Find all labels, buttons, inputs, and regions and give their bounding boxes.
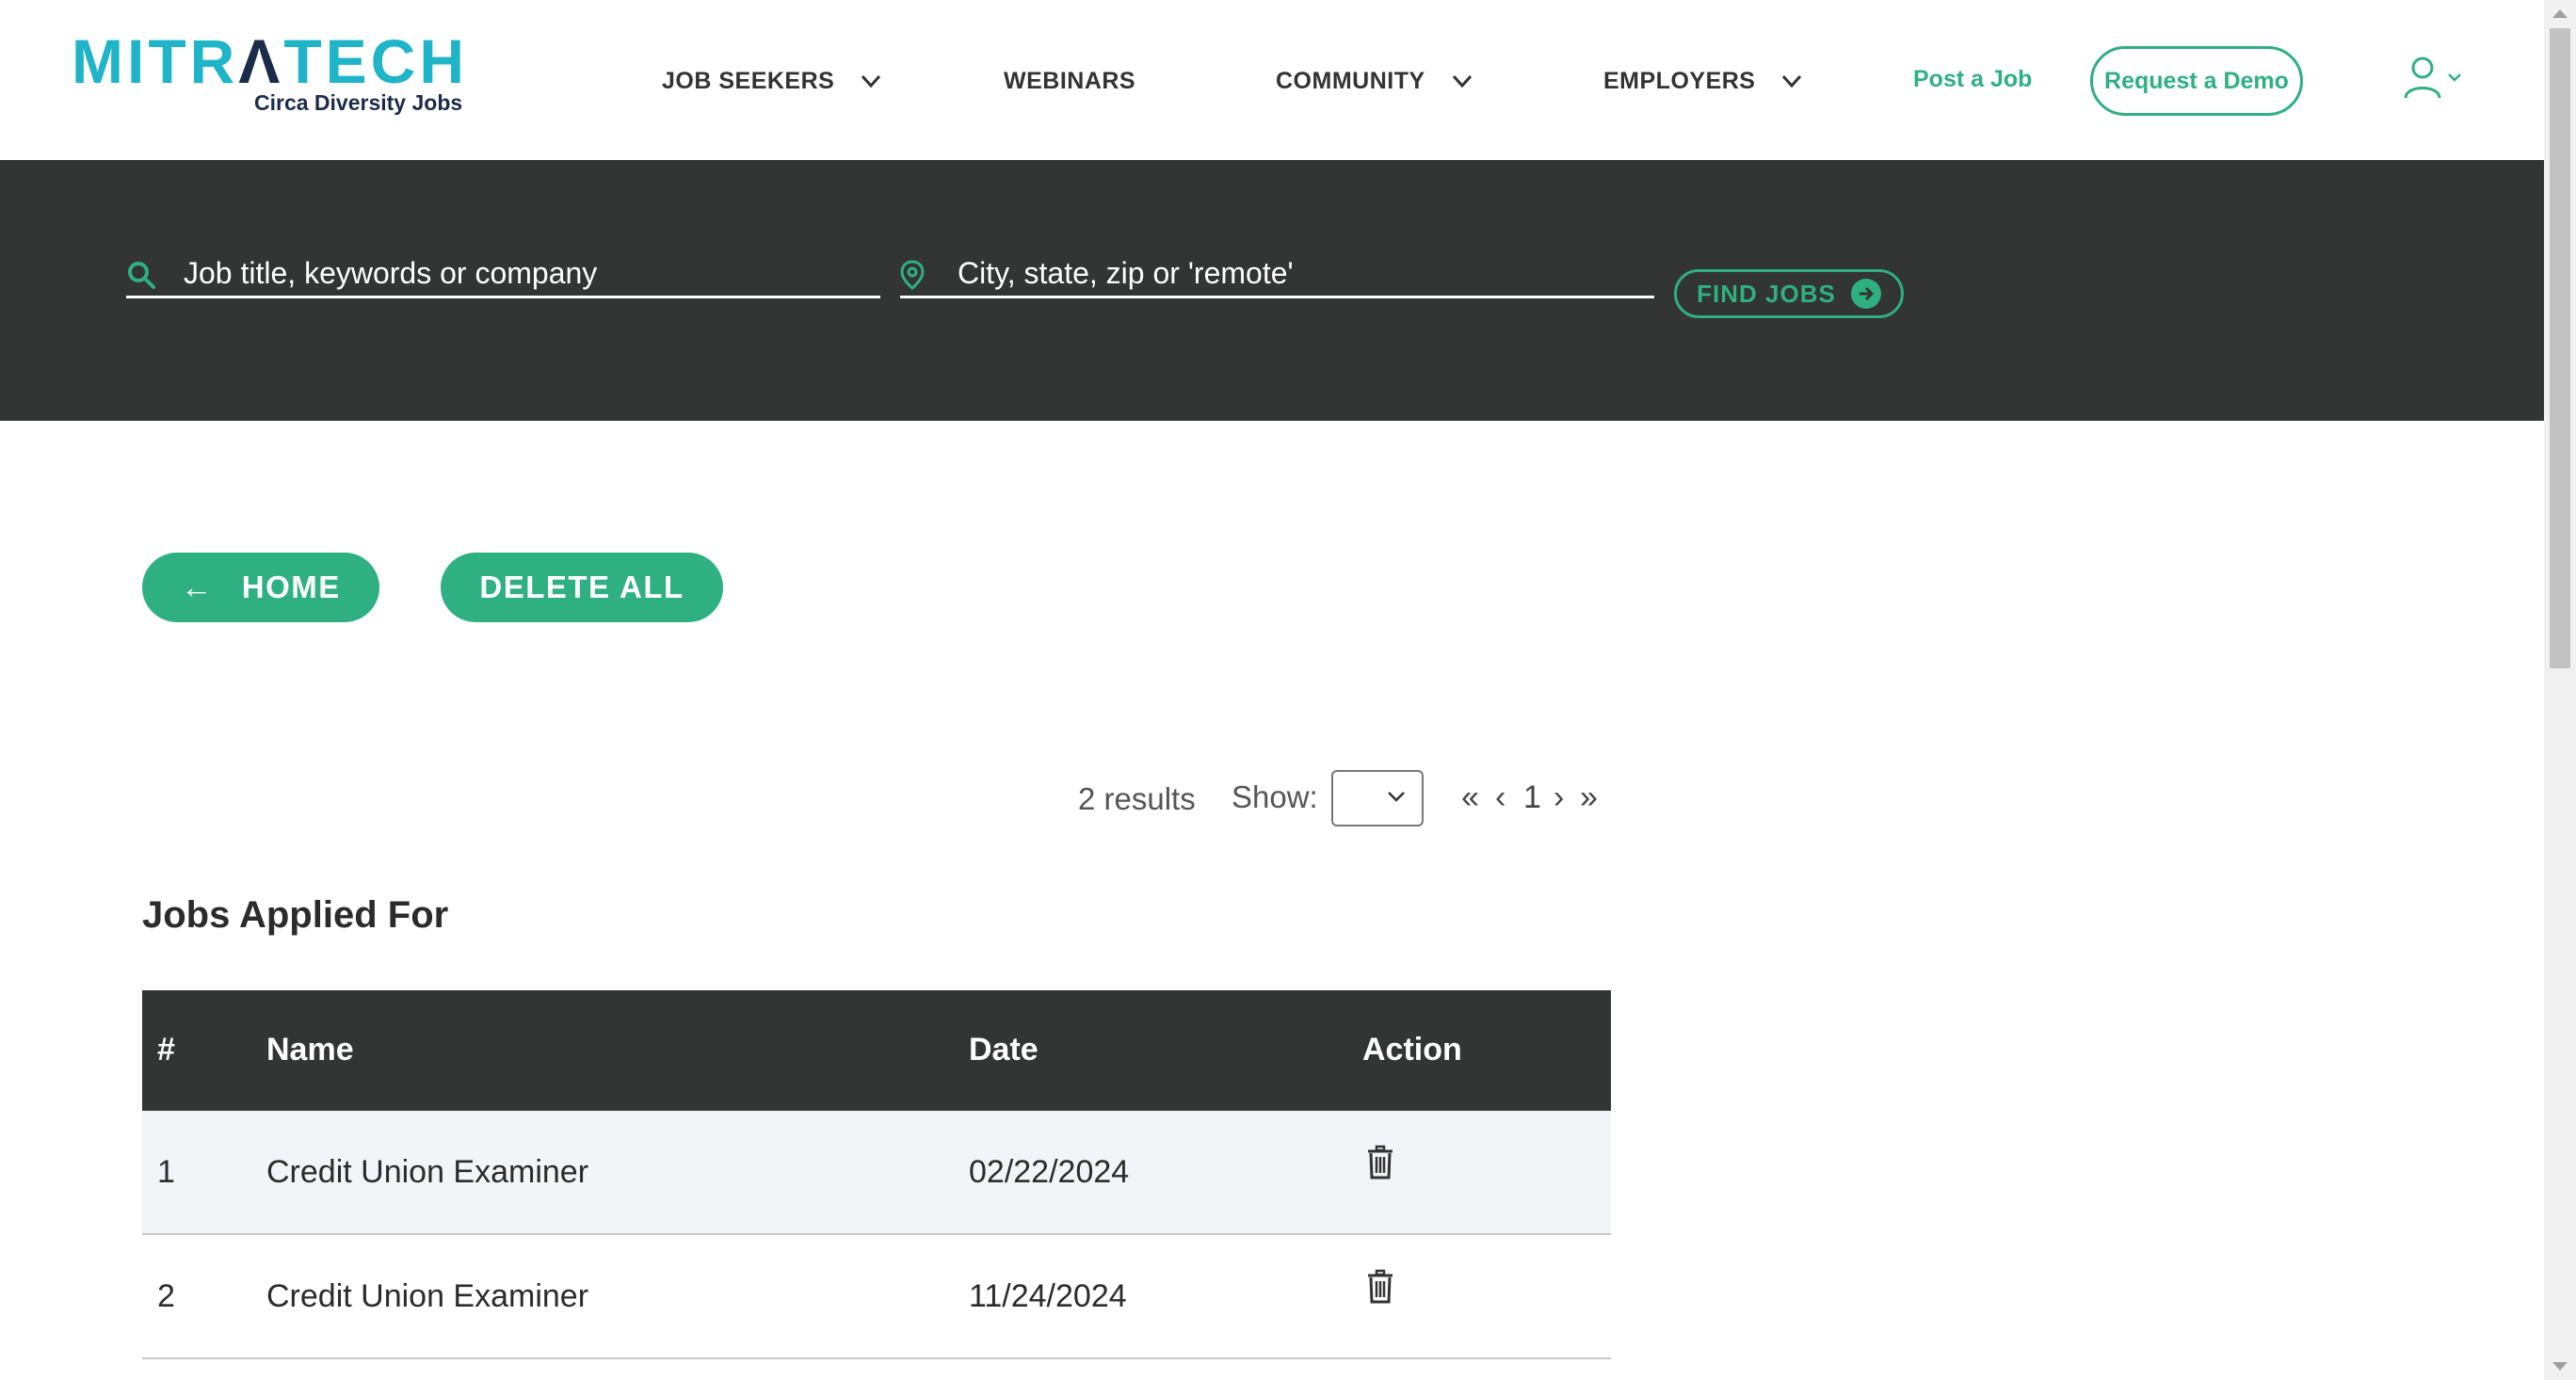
home-label: HOME: [241, 570, 341, 604]
nav-label: COMMUNITY: [1276, 67, 1425, 94]
request-demo-button[interactable]: Request a Demo: [2090, 46, 2303, 116]
delete-all-button[interactable]: DELETE ALL: [441, 553, 723, 622]
prev-page-link[interactable]: ‹: [1495, 779, 1505, 816]
nav-community[interactable]: COMMUNITY: [1276, 62, 1474, 100]
find-jobs-button[interactable]: FIND JOBS: [1674, 269, 1904, 318]
chevron-down-icon: [1782, 74, 1802, 88]
table-header: # Name Date Action: [142, 990, 1611, 1111]
column-header-date: Date: [969, 1032, 1038, 1067]
user-menu[interactable]: [2403, 55, 2463, 100]
nav-label: EMPLOYERS: [1603, 67, 1756, 94]
search-icon: [128, 262, 155, 289]
scrollbar-thumb[interactable]: [2550, 28, 2570, 668]
site-header: MITRΛTECH Circa Diversity Jobs JOB SEEKE…: [0, 0, 2544, 160]
find-jobs-label: FIND JOBS: [1697, 279, 1836, 308]
scroll-up-arrow-icon[interactable]: [2552, 9, 2568, 18]
column-header-name: Name: [266, 1032, 354, 1067]
chevron-down-icon: [861, 74, 881, 88]
job-name[interactable]: Credit Union Examiner: [266, 1278, 588, 1315]
job-name[interactable]: Credit Union Examiner: [266, 1154, 588, 1191]
show-label: Show:: [1232, 779, 1318, 814]
logo-suffix: TECH: [283, 26, 468, 96]
location-search-input[interactable]: City, state, zip or 'remote': [958, 254, 1294, 292]
arrow-right-circle-icon: [1850, 279, 1881, 309]
chevron-down-icon: [1452, 74, 1472, 88]
applied-date: 02/22/2024: [969, 1154, 1130, 1190]
first-page-link[interactable]: «: [1461, 779, 1479, 816]
chevron-down-icon: [2448, 73, 2461, 82]
post-a-job-link[interactable]: Post a Job: [1913, 66, 2032, 93]
logo-wordmark: MITRΛTECH: [72, 28, 468, 94]
page-scrollbar[interactable]: [2544, 0, 2576, 1380]
keyword-search-field[interactable]: Job title, keywords or company: [126, 254, 880, 298]
nav-label: WEBINARS: [1004, 67, 1136, 94]
last-page-link[interactable]: »: [1580, 779, 1598, 816]
page-size-select[interactable]: [1331, 770, 1424, 826]
next-page-link[interactable]: ›: [1554, 779, 1564, 816]
column-header-number: #: [157, 1032, 175, 1067]
keyword-search-input[interactable]: Job title, keywords or company: [184, 254, 597, 292]
nav-label: JOB SEEKERS: [662, 67, 835, 94]
logo-prefix: MITR: [72, 26, 239, 96]
arrow-left-icon: ←: [181, 570, 214, 604]
nav-employers[interactable]: EMPLOYERS: [1603, 62, 1804, 100]
results-count: 2 results: [1078, 781, 1196, 816]
nav-webinars[interactable]: WEBINARS: [1004, 62, 1135, 100]
table-row: 2 Credit Union Examiner 11/24/2024: [142, 1235, 1611, 1359]
user-icon: [2404, 56, 2441, 99]
column-header-action: Action: [1362, 1032, 1462, 1067]
current-page: 1: [1523, 779, 1541, 815]
applied-date: 11/24/2024: [969, 1278, 1127, 1314]
row-number: 2: [157, 1278, 175, 1314]
logo-mark: Λ: [238, 26, 284, 96]
logo-tagline: Circa Diversity Jobs: [254, 90, 463, 115]
jobs-applied-title: Jobs Applied For: [142, 894, 449, 936]
chevron-down-icon: [1388, 792, 1405, 802]
jobs-applied-table: # Name Date Action 1 Credit Union Examin…: [142, 990, 1611, 1359]
map-pin-icon: [900, 260, 925, 290]
trash-icon[interactable]: [1366, 1269, 1394, 1305]
home-button[interactable]: ← HOME: [142, 553, 379, 622]
location-search-field[interactable]: City, state, zip or 'remote': [900, 254, 1654, 298]
mitratech-logo[interactable]: MITRΛTECH Circa Diversity Jobs: [72, 28, 467, 122]
trash-icon[interactable]: [1366, 1145, 1394, 1180]
scroll-down-arrow-icon[interactable]: [2552, 1362, 2568, 1371]
job-search-bar: Job title, keywords or company City, sta…: [0, 160, 2544, 421]
nav-job-seekers[interactable]: JOB SEEKERS: [662, 62, 883, 100]
row-number: 1: [157, 1154, 175, 1190]
table-row: 1 Credit Union Examiner 02/22/2024: [142, 1111, 1611, 1235]
